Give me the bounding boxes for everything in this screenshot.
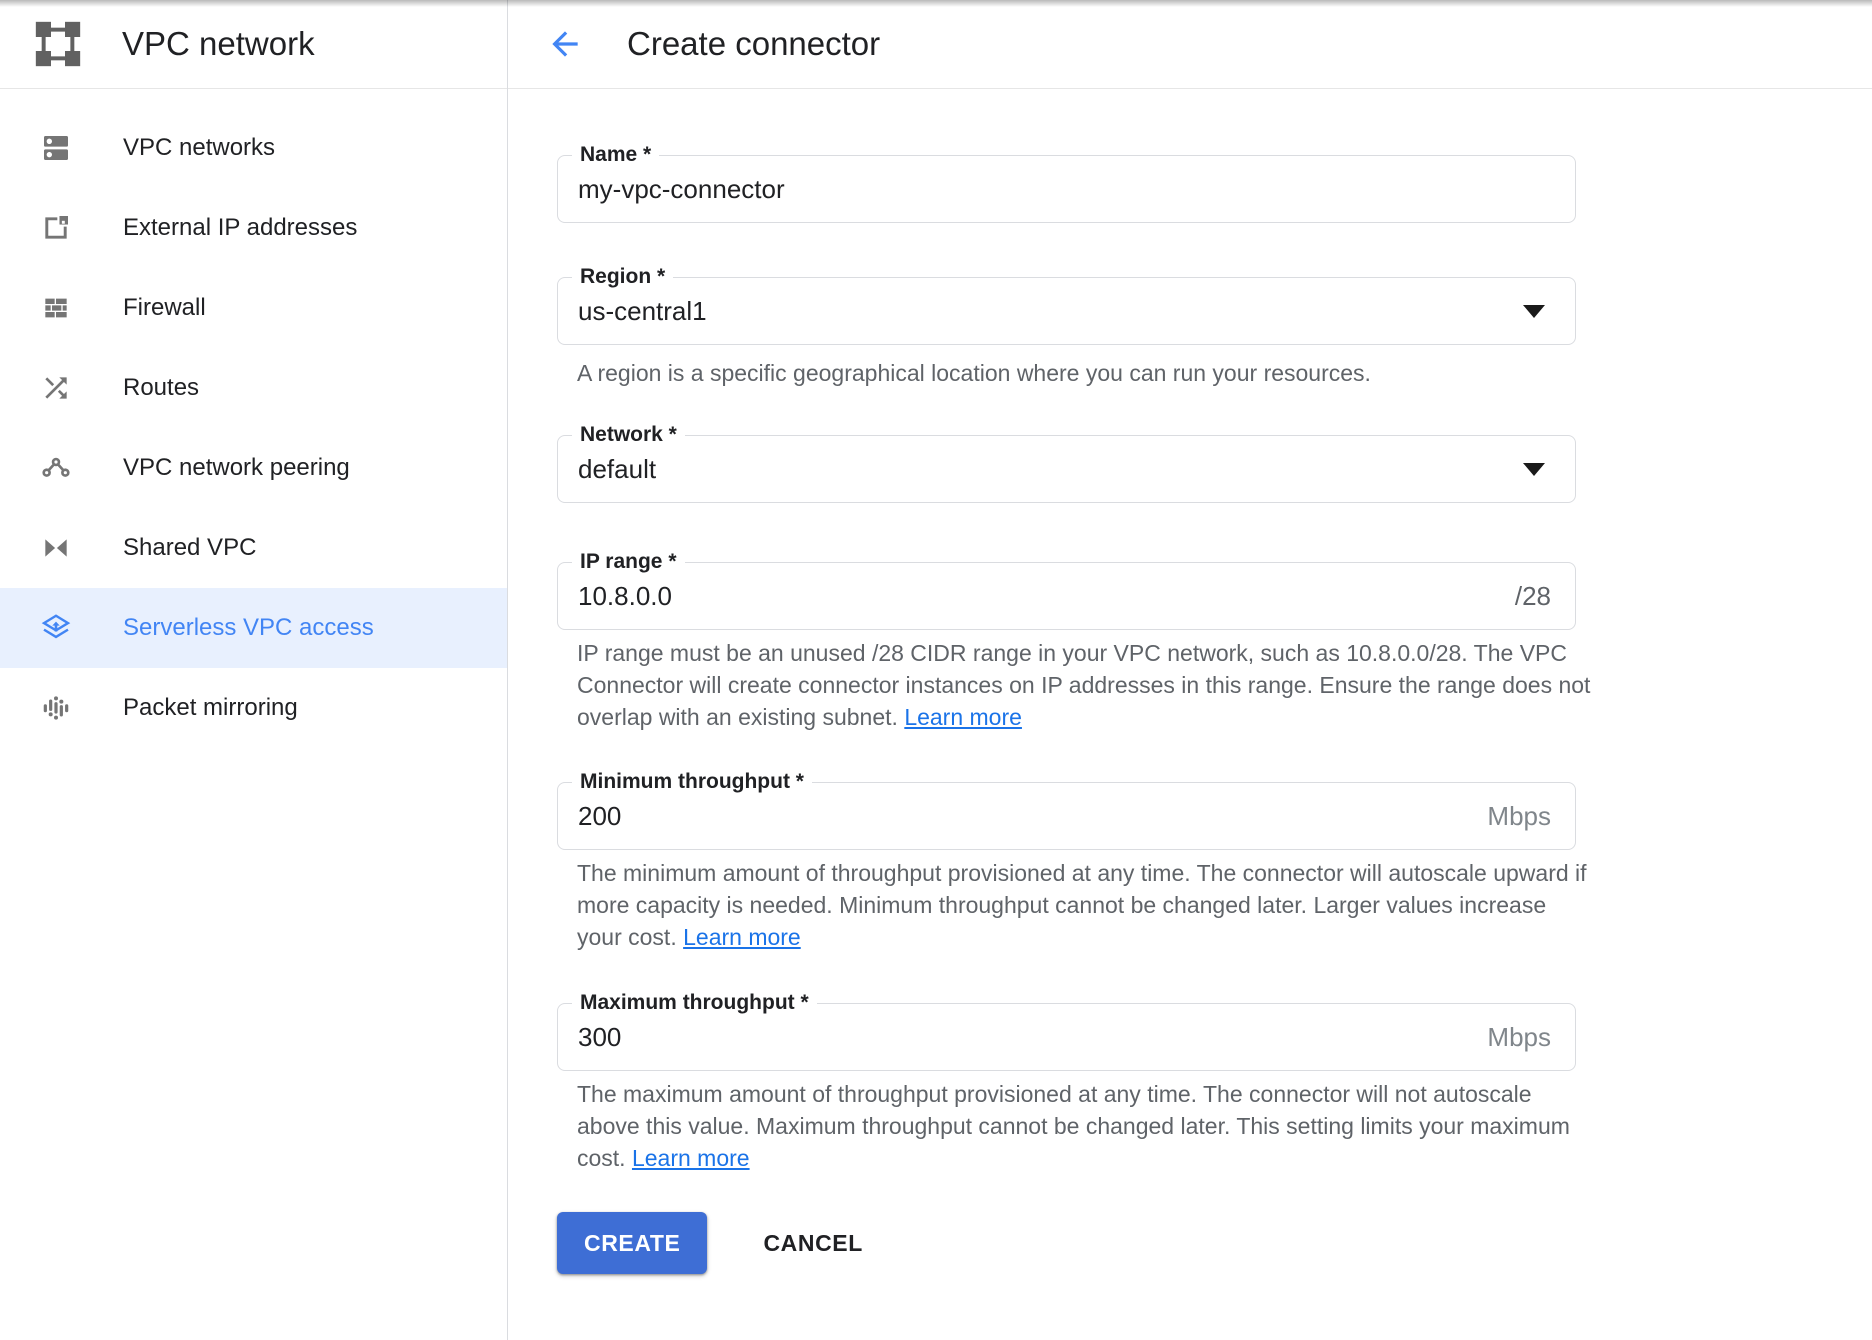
product-brand: VPC network <box>0 16 507 72</box>
network-value: default <box>558 454 1523 485</box>
sidebar-item-label: VPC networks <box>123 134 275 162</box>
sidebar-item-vpc-network-peering[interactable]: VPC network peering <box>0 428 507 508</box>
ip-range-input[interactable] <box>558 563 1515 629</box>
name-label: Name * <box>572 141 659 169</box>
name-input[interactable] <box>558 156 1575 222</box>
external-ip-icon <box>40 212 72 244</box>
max-throughput-label: Maximum throughput * <box>572 989 817 1017</box>
sidebar-item-label: Serverless VPC access <box>123 614 374 642</box>
region-select[interactable]: Region * us-central1 <box>557 277 1576 345</box>
sidebar-item-vpc-networks[interactable]: VPC networks <box>0 108 507 188</box>
max-throughput-learn-more-link[interactable]: Learn more <box>632 1145 750 1171</box>
sidebar-item-external-ip-addresses[interactable]: External IP addresses <box>0 188 507 268</box>
min-throughput-suffix: Mbps <box>1487 801 1575 832</box>
max-throughput-helper-text: The maximum amount of throughput provisi… <box>577 1078 1592 1174</box>
dropdown-arrow-icon <box>1523 305 1545 318</box>
cancel-button[interactable]: CANCEL <box>749 1212 876 1274</box>
packet-mirroring-icon <box>40 692 72 724</box>
min-throughput-field: Minimum throughput * Mbps <box>557 782 1576 850</box>
network-select[interactable]: Network * default <box>557 435 1576 503</box>
max-throughput-field: Maximum throughput * Mbps <box>557 1003 1576 1071</box>
arrow-back-icon <box>546 25 584 63</box>
app-header: VPC network Create connector <box>0 0 1872 89</box>
sidebar-item-label: Firewall <box>123 294 206 322</box>
ip-range-learn-more-link[interactable]: Learn more <box>904 704 1022 730</box>
page-head: Create connector <box>507 24 880 64</box>
ip-range-helper-text: IP range must be an unused /28 CIDR rang… <box>577 637 1592 733</box>
routes-icon <box>40 372 72 404</box>
min-throughput-learn-more-link[interactable]: Learn more <box>683 924 801 950</box>
back-button[interactable] <box>545 24 585 64</box>
firewall-icon <box>40 292 72 324</box>
sidebar-item-serverless-vpc-access[interactable]: Serverless VPC access <box>0 588 507 668</box>
sidebar-divider <box>507 0 508 1340</box>
vpc-network-logo-icon <box>30 16 86 72</box>
sidebar-item-label: VPC network peering <box>123 454 350 482</box>
sidebar-item-packet-mirroring[interactable]: Packet mirroring <box>0 668 507 748</box>
page-title: Create connector <box>627 25 880 63</box>
sidebar-item-label: External IP addresses <box>123 214 357 242</box>
ip-range-suffix: /28 <box>1515 581 1575 612</box>
form-actions: CREATE CANCEL <box>557 1212 877 1274</box>
create-connector-page: VPC network Create connector VPC network… <box>0 0 1872 1340</box>
max-throughput-suffix: Mbps <box>1487 1022 1575 1053</box>
min-throughput-label: Minimum throughput * <box>572 768 812 796</box>
sidebar-nav: VPC networks External IP addresses Firew… <box>0 89 507 1340</box>
sidebar-item-label: Shared VPC <box>123 534 256 562</box>
name-field: Name * <box>557 155 1576 223</box>
serverless-vpc-icon <box>40 612 72 644</box>
sidebar-item-routes[interactable]: Routes <box>0 348 507 428</box>
create-button[interactable]: CREATE <box>557 1212 707 1274</box>
vpc-networks-icon <box>40 132 72 164</box>
network-label: Network * <box>572 421 685 449</box>
region-helper-text: A region is a specific geographical loca… <box>577 357 1592 389</box>
sidebar-item-label: Routes <box>123 374 199 402</box>
product-title: VPC network <box>122 25 315 63</box>
dropdown-arrow-icon <box>1523 463 1545 476</box>
ip-range-label: IP range * <box>572 548 685 576</box>
peering-icon <box>40 452 72 484</box>
shared-vpc-icon <box>40 532 72 564</box>
ip-range-field: IP range * /28 <box>557 562 1576 630</box>
sidebar-item-firewall[interactable]: Firewall <box>0 268 507 348</box>
sidebar-item-shared-vpc[interactable]: Shared VPC <box>0 508 507 588</box>
min-throughput-helper-text: The minimum amount of throughput provisi… <box>577 857 1592 953</box>
region-value: us-central1 <box>558 296 1523 327</box>
sidebar-item-label: Packet mirroring <box>123 694 298 722</box>
ip-range-helper-body: IP range must be an unused /28 CIDR rang… <box>577 640 1590 730</box>
region-label: Region * <box>572 263 673 291</box>
